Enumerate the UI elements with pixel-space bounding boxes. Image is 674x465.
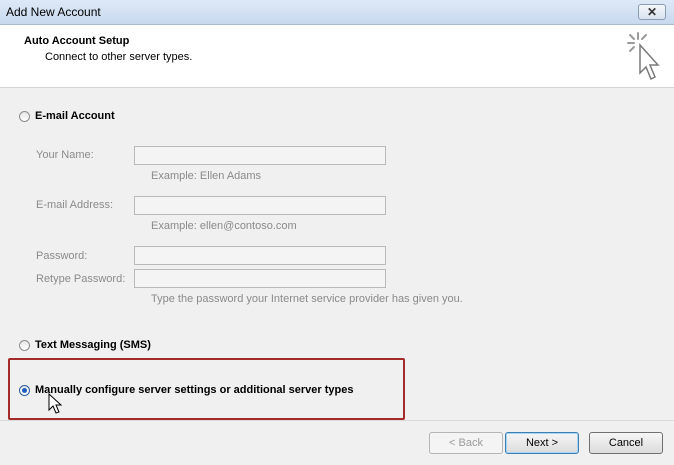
window-title: Add New Account: [6, 5, 101, 19]
back-button[interactable]: < Back: [429, 432, 503, 454]
email-account-option[interactable]: E-mail Account: [19, 108, 115, 124]
email-account-label: E-mail Account: [35, 110, 115, 122]
retype-password-label: Retype Password:: [36, 273, 126, 285]
page-title: Auto Account Setup: [24, 35, 130, 47]
wizard-header: Auto Account Setup Connect to other serv…: [0, 25, 674, 88]
next-button[interactable]: Next >: [505, 432, 579, 454]
your-name-hint: Example: Ellen Adams: [151, 170, 262, 182]
mouse-pointer-icon: [48, 393, 62, 414]
footer-divider: [0, 420, 674, 421]
email-address-field[interactable]: [134, 196, 386, 215]
email-address-hint: Example: ellen@contoso.com: [151, 220, 297, 232]
your-name-field[interactable]: [134, 146, 386, 165]
email-account-radio[interactable]: [19, 110, 30, 122]
magic-wand-cursor-icon: [627, 32, 660, 81]
title-bar: Add New Account ✕: [0, 0, 674, 25]
close-button[interactable]: ✕: [638, 4, 666, 20]
password-field[interactable]: [134, 246, 386, 265]
your-name-label: Your Name:: [36, 149, 94, 161]
text-messaging-label: Text Messaging (SMS): [35, 339, 151, 351]
password-hint: Type the password your Internet service …: [151, 293, 463, 305]
password-label: Password:: [36, 250, 88, 262]
email-address-label: E-mail Address:: [36, 199, 114, 211]
highlight-box: [8, 358, 405, 420]
page-subtitle: Connect to other server types.: [45, 51, 193, 63]
text-messaging-option[interactable]: Text Messaging (SMS): [19, 337, 151, 353]
cancel-button[interactable]: Cancel: [589, 432, 663, 454]
text-messaging-radio[interactable]: [19, 339, 30, 351]
retype-password-field[interactable]: [134, 269, 386, 288]
